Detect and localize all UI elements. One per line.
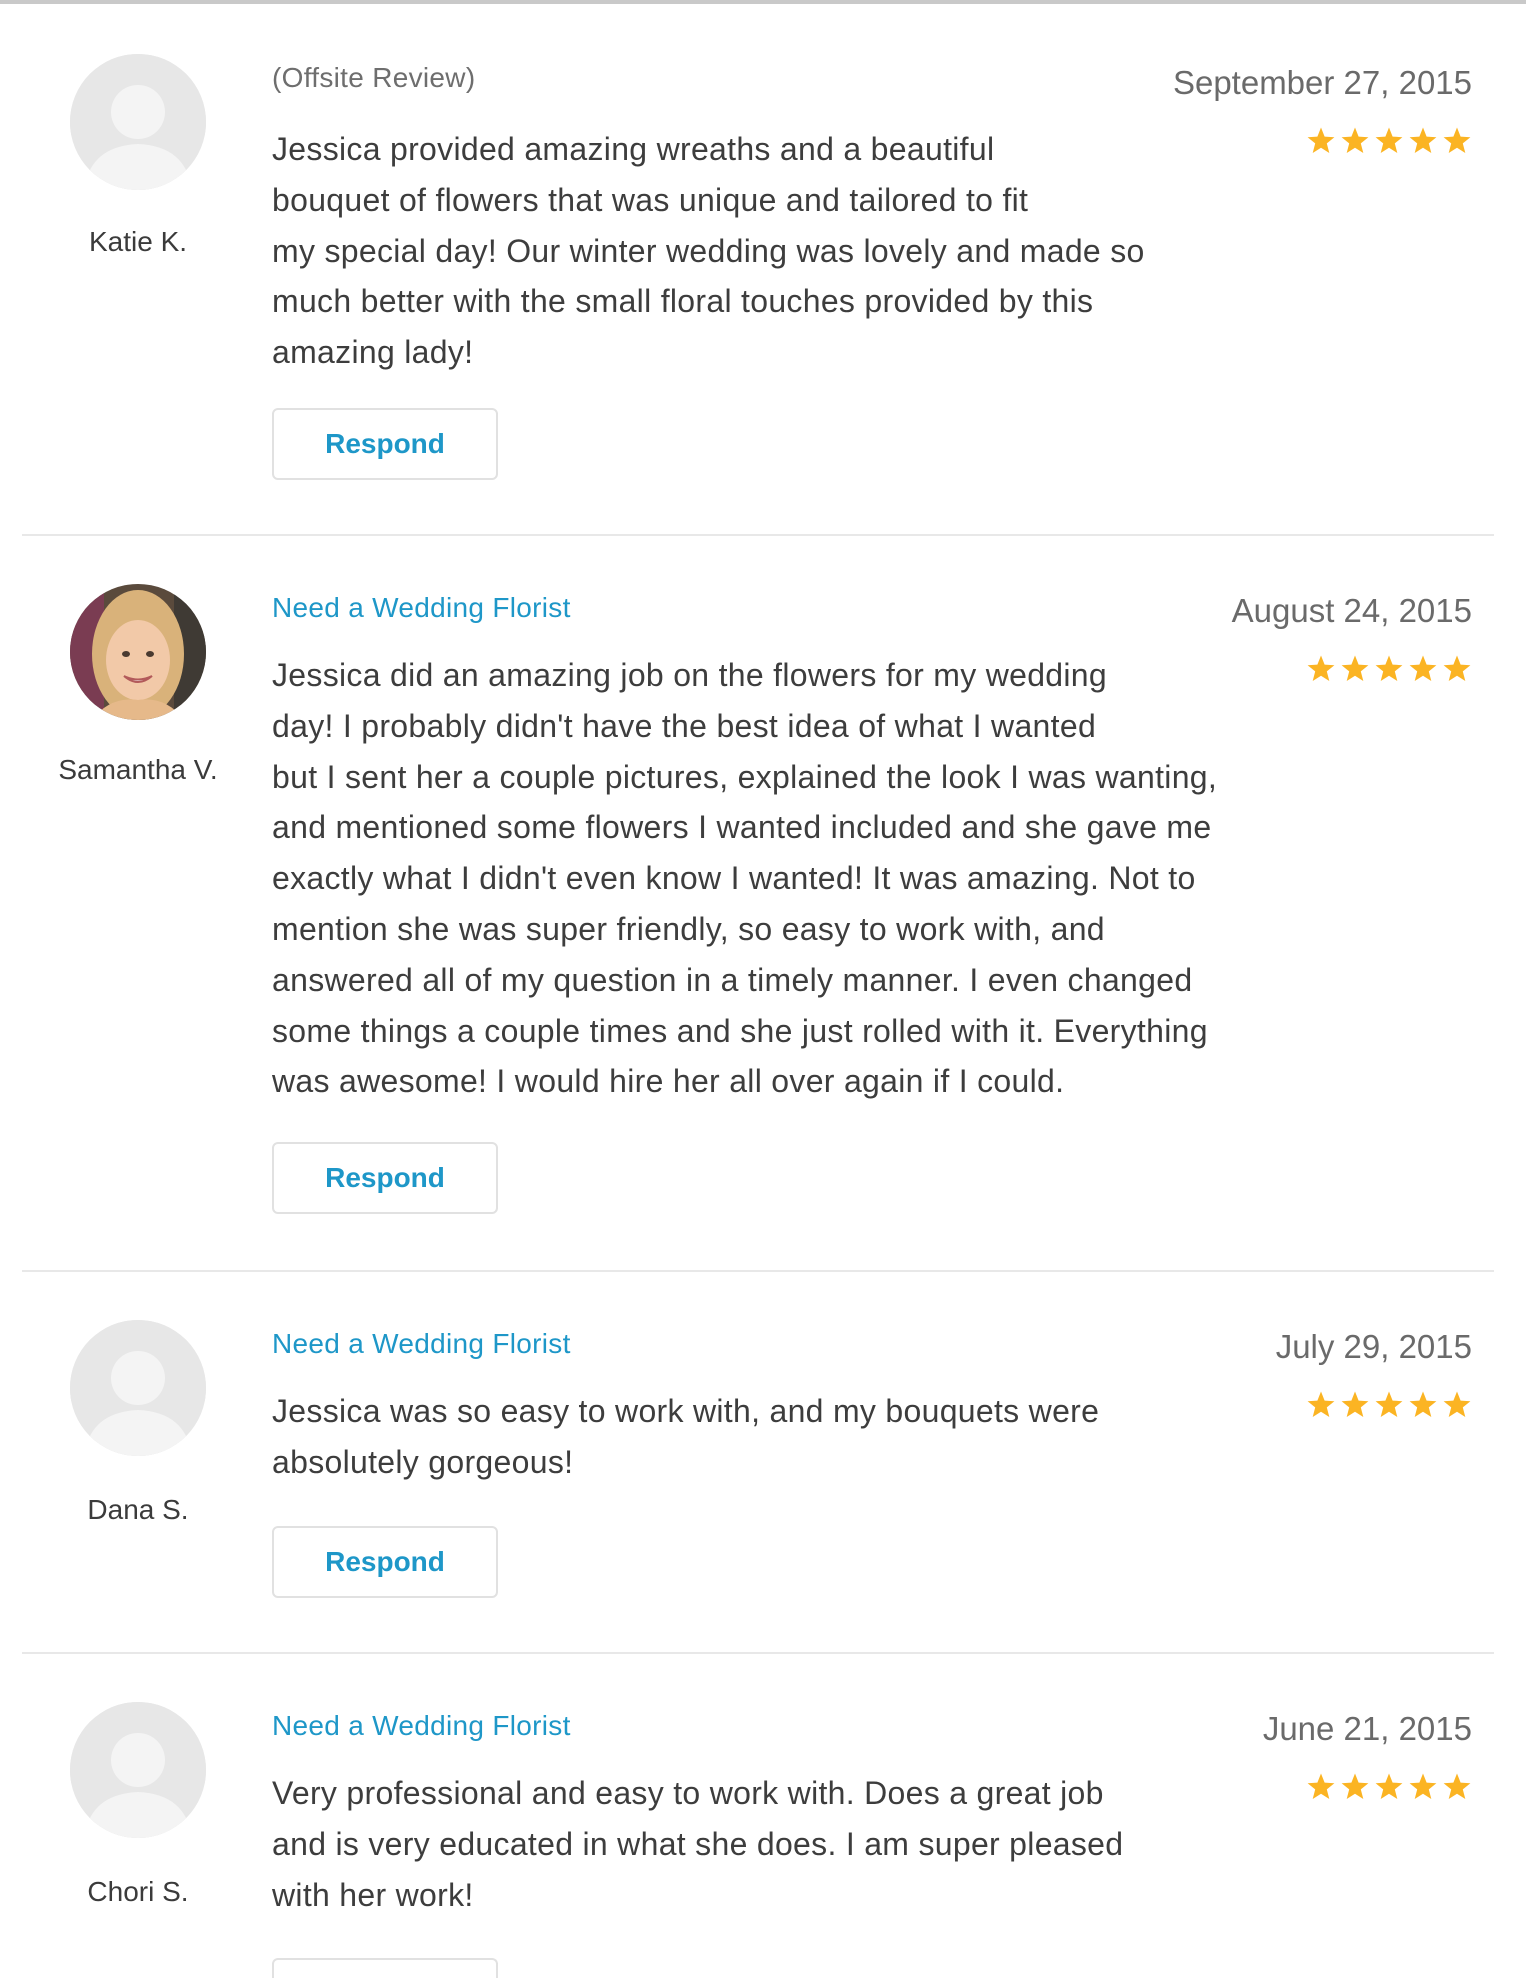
- star-rating: [1306, 654, 1472, 684]
- review-text: Very professional and easy to work with.…: [272, 1768, 1123, 1920]
- star-icon: [1409, 127, 1437, 153]
- review-text-line: and is very educated in what she does. I…: [272, 1825, 1124, 1862]
- star-icon: [1341, 127, 1369, 153]
- review-text-line: mention she was super friendly, so easy …: [272, 910, 1105, 947]
- star-icon: [1341, 1773, 1369, 1799]
- star-icon: [1307, 1773, 1335, 1799]
- reviewer-name: Katie K.: [88, 226, 188, 257]
- star-rating: [1306, 126, 1472, 156]
- review-text-line: much better with the small floral touche…: [272, 283, 1094, 320]
- review-text-line: answered all of my question in a timely …: [272, 961, 1193, 998]
- star-icon: [1443, 1391, 1471, 1417]
- reviewer-name: Chori S.: [87, 1876, 189, 1907]
- placeholder-avatar-icon: [70, 54, 206, 190]
- star-icon: [1375, 127, 1403, 153]
- placeholder-avatar-icon: [70, 1320, 206, 1456]
- star-icon: [1443, 655, 1471, 681]
- review-text-line: day! I probably didn't have the best ide…: [272, 707, 1097, 744]
- review-source-link[interactable]: Need a Wedding Florist: [272, 1328, 571, 1360]
- review-text-line: with her work!: [272, 1876, 474, 1913]
- star-rating: [1306, 1390, 1472, 1420]
- star-icon: [1409, 1773, 1437, 1799]
- respond-button[interactable]: Respond: [272, 408, 498, 480]
- review-text-line: absolutely gorgeous!: [272, 1443, 574, 1480]
- review-text-line: some things a couple times and she just …: [272, 1012, 1208, 1049]
- review-text-line: Jessica was so easy to work with, and my…: [272, 1393, 1100, 1429]
- review-date: August 24, 2015: [1231, 592, 1472, 629]
- review-text-line: Jessica did an amazing job on the flower…: [272, 657, 1108, 693]
- review-source: (Offsite Review): [272, 62, 476, 93]
- star-icon: [1375, 1391, 1403, 1417]
- review-text-line: my special day! Our winter wedding was l…: [272, 232, 1145, 269]
- star-icon: [1341, 655, 1369, 681]
- star-icon: [1443, 1773, 1471, 1799]
- review-date: June 21, 2015: [1262, 1710, 1472, 1747]
- star-icon: [1409, 655, 1437, 681]
- review-text: Jessica provided amazing wreaths and a b…: [272, 124, 1145, 378]
- review-text: Jessica did an amazing job on the flower…: [272, 650, 1217, 1107]
- review-text-line: and mentioned some flowers I wanted incl…: [272, 809, 1212, 846]
- star-icon: [1341, 1391, 1369, 1417]
- star-rating: [1306, 1772, 1472, 1802]
- review-text: Jessica was so easy to work with, and my…: [272, 1386, 1099, 1488]
- review-text-line: bouquet of flowers that was unique and t…: [272, 181, 1029, 218]
- review-text-line: but I sent her a couple pictures, explai…: [272, 758, 1218, 795]
- star-icon: [1443, 127, 1471, 153]
- respond-button[interactable]: [272, 1958, 498, 1978]
- review-source-link[interactable]: Need a Wedding Florist: [272, 592, 571, 624]
- reviewer-name: Dana S.: [87, 1494, 189, 1525]
- review-item: Samantha V. Need a Wedding Florist Augus…: [22, 536, 1494, 1272]
- star-icon: [1409, 1391, 1437, 1417]
- placeholder-avatar-icon: [70, 1702, 206, 1838]
- star-icon: [1307, 1391, 1335, 1417]
- review-text-line: exactly what I didn't even know I wanted…: [272, 860, 1196, 897]
- review-item: Chori S. Need a Wedding Florist June 21,…: [22, 1654, 1494, 1978]
- review-source-link[interactable]: Need a Wedding Florist: [272, 1710, 571, 1742]
- review-item: Katie K. (Offsite Review) September 27, …: [22, 4, 1494, 536]
- review-item: Dana S. Need a Wedding Florist July 29, …: [22, 1272, 1494, 1654]
- review-date: July 29, 2015: [1275, 1328, 1472, 1365]
- review-text-line: Jessica provided amazing wreaths and a b…: [272, 131, 995, 167]
- respond-button[interactable]: Respond: [272, 1142, 498, 1214]
- star-icon: [1307, 127, 1335, 153]
- review-text-line: amazing lady!: [272, 334, 474, 371]
- review-text-line: was awesome! I would hire her all over a…: [272, 1063, 1065, 1100]
- star-icon: [1307, 655, 1335, 681]
- reviewer-photo: [70, 584, 206, 720]
- review-date: September 27, 2015: [1172, 64, 1472, 101]
- reviewer-name: Samantha V.: [58, 754, 218, 785]
- star-icon: [1375, 1773, 1403, 1799]
- respond-button[interactable]: Respond: [272, 1526, 498, 1598]
- review-text-line: Very professional and easy to work with.…: [272, 1775, 1104, 1811]
- star-icon: [1375, 655, 1403, 681]
